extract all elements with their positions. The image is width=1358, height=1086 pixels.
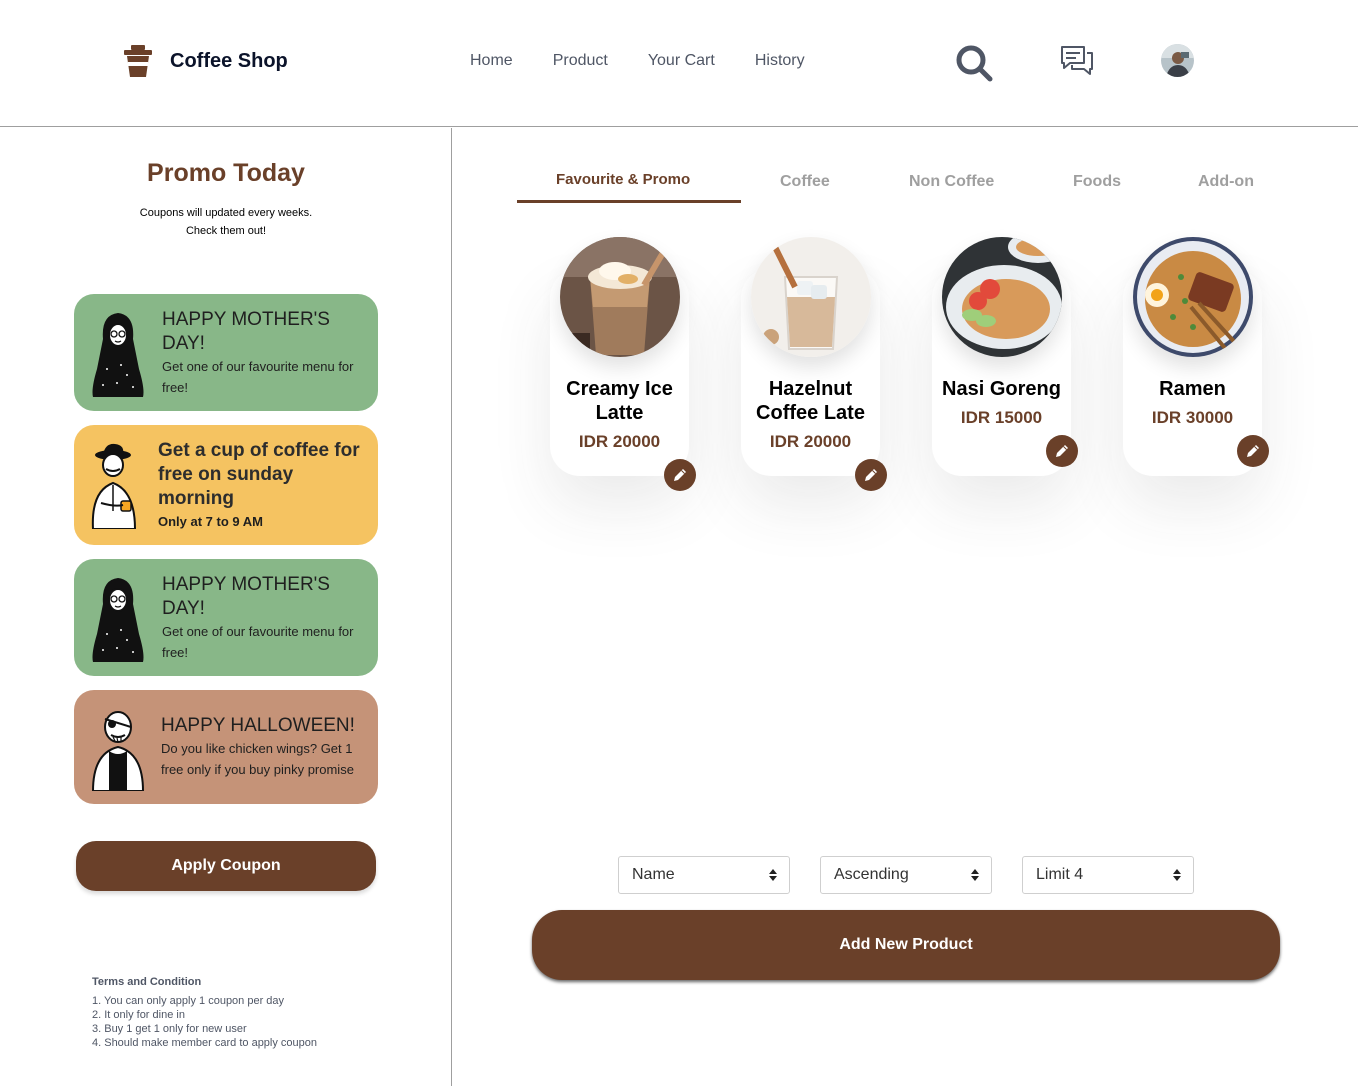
edit-product-button[interactable] [1046, 435, 1078, 467]
terms-item: 3. Buy 1 get 1 only for new user [92, 1023, 247, 1035]
order-select[interactable]: Ascending [820, 856, 992, 894]
promo-sidebar: Promo Today Coupons will updated every w… [0, 128, 452, 1086]
sort-by-value: Name [632, 866, 675, 883]
product-name: Creamy Ice Latte [566, 378, 673, 424]
coupon-desc: Do you like chicken wings? Get 1 free on… [161, 741, 354, 777]
main-nav: Home Product Your Cart History [470, 52, 845, 70]
terms-title: Terms and Condition [92, 976, 202, 988]
coupon-title: HAPPY MOTHER'S DAY! [162, 308, 330, 354]
pencil-icon [1247, 445, 1259, 457]
avatar[interactable] [1161, 44, 1194, 77]
product-name: Ramen [1159, 378, 1226, 400]
search-icon[interactable] [955, 44, 993, 82]
limit-select[interactable]: Limit 4 [1022, 856, 1194, 894]
nav-history[interactable]: History [755, 52, 805, 70]
edit-product-button[interactable] [1237, 435, 1269, 467]
edit-product-button[interactable] [664, 459, 696, 491]
chat-icon[interactable] [1060, 45, 1094, 77]
tab-foods[interactable]: Foods [1073, 173, 1121, 191]
pirate-illustration-icon [74, 703, 161, 791]
tab-favourite-promo[interactable]: Favourite & Promo [556, 171, 690, 188]
product-card[interactable]: Hazelnut Coffee Late IDR 20000 [741, 237, 887, 491]
nav-your-cart[interactable]: Your Cart [648, 52, 715, 70]
product-image [751, 237, 871, 357]
product-price: IDR 30000 [1151, 408, 1234, 427]
coupon-desc: Get one of our favourite menu for free! [162, 358, 354, 395]
product-image [942, 237, 1062, 357]
promo-subtitle-line2: Check them out! [185, 225, 267, 237]
sort-by-select[interactable]: Name [618, 856, 790, 894]
pencil-icon [674, 469, 686, 481]
product-card[interactable]: Creamy Ice Latte IDR 20000 [550, 237, 696, 491]
product-price: IDR 20000 [769, 432, 852, 451]
coupon-card[interactable]: HAPPY MOTHER'S DAY! Get one of our favou… [74, 559, 378, 676]
brand-name: Coffee Shop [170, 49, 288, 72]
terms-and-conditions: Terms and Condition 1. You can only appl… [92, 976, 317, 1050]
order-value: Ascending [834, 866, 909, 883]
mother-illustration-icon [74, 574, 162, 662]
man-with-coffee-illustration-icon [74, 441, 158, 529]
terms-item: 4. Should make member card to apply coup… [92, 1037, 318, 1049]
terms-item: 1. You can only apply 1 coupon per day [92, 995, 285, 1007]
product-card[interactable]: Ramen IDR 30000 [1123, 237, 1269, 476]
tab-add-on[interactable]: Add-on [1198, 173, 1254, 191]
header: Coffee Shop Home Product Your Cart Histo… [0, 0, 1358, 127]
coupon-title: HAPPY MOTHER'S DAY! [162, 573, 330, 619]
active-tab-indicator [517, 200, 741, 203]
tab-non-coffee[interactable]: Non Coffee [909, 173, 994, 191]
product-price: IDR 15000 [960, 408, 1043, 427]
category-tabs: Favourite & Promo Coffee Non Coffee Food… [517, 170, 1297, 204]
coupon-title: HAPPY HALLOWEEN! [161, 715, 355, 736]
pencil-icon [1056, 445, 1068, 457]
product-card[interactable]: Nasi Goreng IDR 15000 [932, 237, 1078, 476]
terms-item: 2. It only for dine in [92, 1009, 185, 1021]
tab-coffee[interactable]: Coffee [780, 173, 830, 191]
product-name: Nasi Goreng [942, 378, 1061, 400]
select-arrows-icon [769, 869, 777, 881]
limit-value: Limit 4 [1036, 866, 1084, 883]
promo-title: Promo Today [147, 159, 305, 187]
logo[interactable]: Coffee Shop [122, 44, 288, 78]
product-image [560, 237, 680, 357]
coupon-card[interactable]: HAPPY MOTHER'S DAY! Get one of our favou… [74, 294, 378, 411]
product-name: Hazelnut Coffee Late [756, 378, 865, 424]
select-arrows-icon [1173, 869, 1181, 881]
coffee-cup-icon [124, 45, 152, 77]
apply-coupon-button[interactable]: Apply Coupon [76, 841, 376, 891]
coupon-desc: Only at 7 to 9 AM [158, 513, 263, 529]
coupon-card[interactable]: Get a cup of coffee for free on sunday m… [74, 425, 378, 545]
promo-subtitle: Coupons will updated every weeks. Check … [0, 204, 452, 240]
add-new-product-button[interactable]: Add New Product [532, 910, 1280, 980]
coupon-title: Get a cup of coffee for free on sunday m… [158, 439, 360, 509]
select-arrows-icon [971, 869, 979, 881]
nav-product[interactable]: Product [553, 52, 608, 70]
coupon-desc: Get one of our favourite menu for free! [162, 623, 354, 660]
product-image [1133, 237, 1253, 357]
coupon-card[interactable]: HAPPY HALLOWEEN! Do you like chicken win… [74, 690, 378, 804]
mother-illustration-icon [74, 309, 162, 397]
edit-product-button[interactable] [855, 459, 887, 491]
pencil-icon [865, 469, 877, 481]
promo-subtitle-line1: Coupons will updated every weeks. [139, 207, 313, 219]
product-price: IDR 20000 [578, 432, 661, 451]
nav-home[interactable]: Home [470, 52, 513, 70]
